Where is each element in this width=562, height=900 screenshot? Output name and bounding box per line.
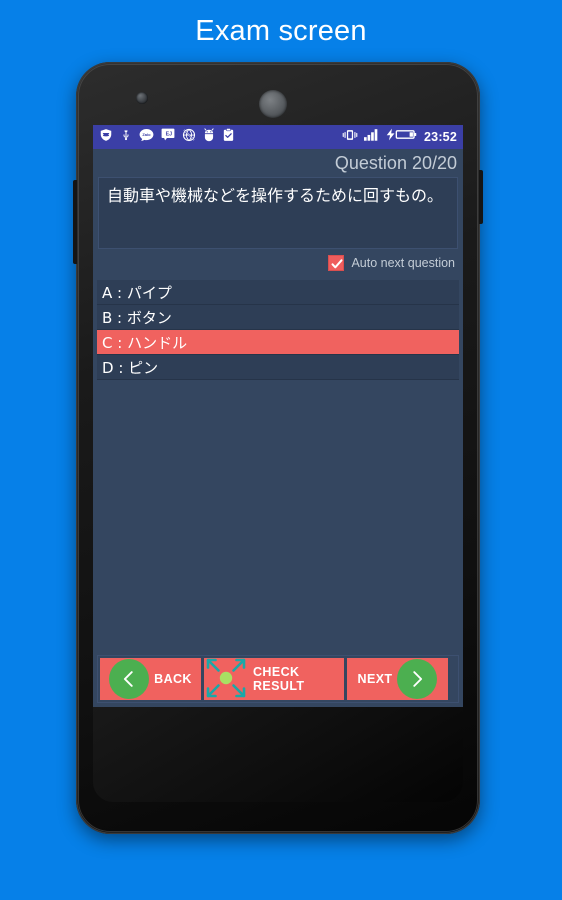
data-saver-off-icon <box>182 128 196 147</box>
svg-text:Zalo: Zalo <box>142 132 151 137</box>
front-camera-lens <box>136 92 148 104</box>
phone-screen: Zalo EJ 23:52 Question 20/20 自動車や機械などを操作… <box>93 125 463 707</box>
phone-device-frame: Zalo EJ 23:52 Question 20/20 自動車や機械などを操作… <box>73 62 483 834</box>
signal-bars-icon <box>364 128 380 146</box>
shield-vpn-icon <box>99 128 113 147</box>
clipboard-check-icon <box>222 127 235 147</box>
check-icon <box>331 259 343 269</box>
phone-bottom-chin <box>93 707 463 802</box>
page-title: Exam screen <box>195 15 367 47</box>
auto-next-question-row[interactable]: Auto next question <box>93 249 463 277</box>
question-progress-header: Question 20/20 <box>93 149 463 177</box>
svg-text:J: J <box>169 132 172 138</box>
answer-option-b[interactable]: B : ボタン <box>97 305 459 330</box>
vibrate-icon <box>342 128 358 146</box>
chevron-right-icon <box>397 659 438 699</box>
answer-option-c[interactable]: C : ハンドル <box>97 330 459 355</box>
bottom-action-bar: BACK CHECK RESULT NEXT <box>97 655 459 703</box>
next-button-label: NEXT <box>357 672 393 686</box>
question-text-box: 自動車や機械などを操作するために回すもの。 <box>98 177 458 249</box>
check-result-button-label: CHECK RESULT <box>253 665 305 693</box>
chevron-left-icon <box>109 659 150 699</box>
status-bar-clock: 23:52 <box>424 130 457 144</box>
auto-next-label: Auto next question <box>351 256 455 270</box>
question-text: 自動車や機械などを操作するために回すもの。 <box>107 186 444 205</box>
usb-icon <box>120 128 132 147</box>
back-button-label: BACK <box>154 672 192 686</box>
check-result-button[interactable]: CHECK RESULT <box>204 658 344 700</box>
check-result-icon <box>204 656 248 703</box>
answer-option-d[interactable]: D : ピン <box>97 355 459 380</box>
battery-charging-icon <box>386 128 417 146</box>
android-debug-icon <box>203 127 215 147</box>
next-button[interactable]: NEXT <box>347 658 448 700</box>
answer-option-c-label: C : ハンドル <box>102 333 188 352</box>
answer-option-d-label: D : ピン <box>102 358 159 377</box>
android-status-bar: Zalo EJ 23:52 <box>93 125 463 149</box>
answer-options-list: A : パイプ B : ボタン C : ハンドル D : ピン <box>97 280 459 380</box>
status-bar-left-icons: Zalo EJ <box>99 127 235 147</box>
back-button[interactable]: BACK <box>100 658 201 700</box>
translate-message-icon: EJ <box>161 128 175 146</box>
status-bar-right-icons: 23:52 <box>342 128 457 146</box>
answer-option-a[interactable]: A : パイプ <box>97 280 459 305</box>
auto-next-checkbox[interactable] <box>328 255 345 271</box>
answer-option-b-label: B : ボタン <box>102 308 172 327</box>
volume-rocker-button[interactable] <box>73 180 77 264</box>
zalo-chat-icon: Zalo <box>139 128 154 147</box>
earpiece-speaker <box>259 90 287 118</box>
question-progress-label: Question 20/20 <box>334 152 457 173</box>
power-button[interactable] <box>479 170 483 224</box>
answer-option-a-label: A : パイプ <box>102 283 172 302</box>
